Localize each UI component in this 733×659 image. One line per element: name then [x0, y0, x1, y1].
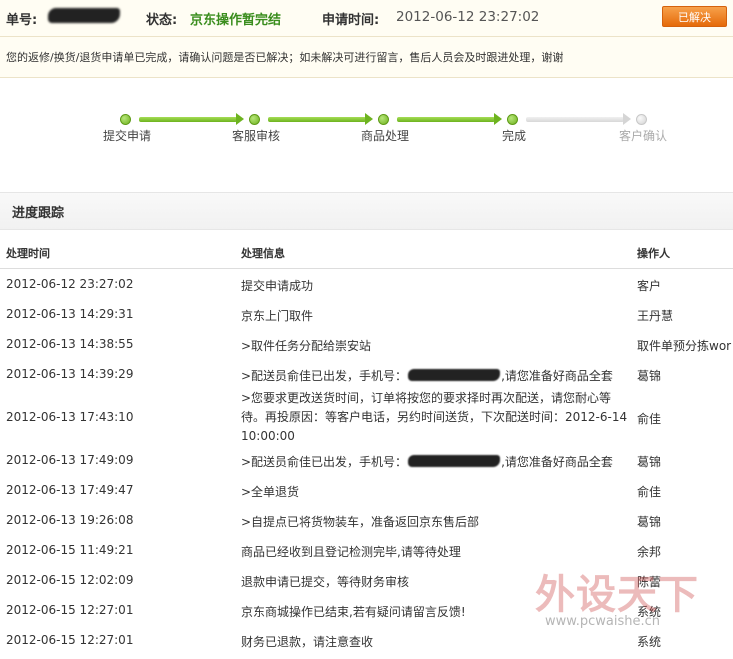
row-info-prefix: >配送员俞佳已出发，手机号：	[241, 369, 408, 383]
table-row: 2012-06-13 17:43:10 >您要求更改送货时间，订单将按您的要求择…	[0, 389, 733, 447]
apply-time-label: 申请时间:	[322, 13, 380, 28]
row-info: 京东商城操作已结束,若有疑问请留言反馈!	[241, 605, 466, 619]
row-operator: 系统	[637, 635, 662, 649]
column-header-time: 处理时间	[6, 247, 50, 260]
row-info: >您要求更改送货时间，订单将按您的要求择时再次配送，请您耐心等待。再投原因：等客…	[241, 391, 628, 443]
step-dot-submit	[120, 114, 131, 125]
row-info: >取件任务分配给崇安站	[241, 339, 372, 353]
progress-steps: 提交申请 客服审核 商品处理 完成 客户确认	[0, 110, 733, 150]
step-label-review: 客服审核	[232, 129, 281, 143]
row-info: >全单退货	[241, 485, 300, 499]
row-operator: 俞佳	[637, 412, 662, 426]
row-operator: 王丹慧	[637, 309, 674, 323]
row-info: 提交申请成功	[241, 279, 314, 293]
progress-section-header: 进度跟踪	[0, 192, 733, 230]
row-time: 2012-06-13 17:49:09	[6, 453, 134, 467]
notice-text: 您的返修/换货/退货申请单已完成，请确认问题是否已解决；如未解决可进行留言，售后…	[6, 51, 564, 64]
step-arrow	[268, 113, 373, 125]
row-operator: 客户	[637, 279, 662, 293]
row-info-suffix: ,请您准备好商品全套	[501, 369, 613, 383]
order-number-label: 单号:	[6, 13, 38, 28]
order-number-redacted	[48, 8, 120, 23]
column-header-info: 处理信息	[241, 247, 285, 260]
row-time: 2012-06-13 17:43:10	[6, 410, 134, 424]
row-info: 京东上门取件	[241, 309, 314, 323]
row-operator: 余邦	[637, 545, 662, 559]
step-label-complete: 完成	[502, 129, 527, 143]
row-time: 2012-06-15 11:49:21	[6, 543, 134, 557]
row-operator: 系统	[637, 605, 662, 619]
row-time: 2012-06-13 14:38:55	[6, 337, 134, 351]
row-time: 2012-06-13 19:26:08	[6, 513, 134, 527]
row-operator: 葛锦	[637, 455, 662, 469]
row-operator: 取件单预分拣wor	[637, 339, 732, 353]
row-operator: 葛锦	[637, 369, 662, 383]
row-time: 2012-06-13 14:29:31	[6, 307, 134, 321]
row-time: 2012-06-15 12:02:09	[6, 573, 134, 587]
row-time: 2012-06-13 14:39:29	[6, 367, 134, 381]
phone-redacted	[408, 369, 501, 381]
row-operator: 陈蕾	[637, 575, 662, 589]
status-value: 京东操作暂完结	[190, 13, 282, 28]
row-info: >配送员俞佳已出发，手机号： ,请您准备好商品全套	[241, 453, 633, 472]
row-operator: 葛锦	[637, 515, 662, 529]
phone-redacted	[408, 455, 501, 467]
row-time: 2012-06-12 23:27:02	[6, 277, 134, 291]
row-info: 退款申请已提交，等待财务审核	[241, 575, 410, 589]
resolved-button[interactable]: 已解决	[662, 6, 727, 27]
row-info: 商品已经收到且登记检测完毕,请等待处理	[241, 545, 461, 559]
section-title: 进度跟踪	[12, 206, 65, 221]
completion-notice: 您的返修/换货/退货申请单已完成，请确认问题是否已解决；如未解决可进行留言，售后…	[0, 37, 733, 78]
row-time: 2012-06-13 17:49:47	[6, 483, 134, 497]
table-header: 处理时间 处理信息 操作人	[0, 236, 733, 269]
step-arrow	[139, 113, 244, 125]
row-info-suffix: ,请您准备好商品全套	[501, 455, 613, 469]
row-operator: 俞佳	[637, 485, 662, 499]
step-arrow-pending	[526, 113, 631, 125]
step-arrow	[397, 113, 502, 125]
step-dot-complete	[507, 114, 518, 125]
row-info: 财务已退款，请注意查收	[241, 635, 374, 649]
step-label-submit: 提交申请	[103, 129, 152, 143]
row-info-prefix: >配送员俞佳已出发，手机号：	[241, 455, 408, 469]
row-info: >配送员俞佳已出发，手机号： ,请您准备好商品全套	[241, 367, 633, 386]
step-label-confirm: 客户确认	[619, 129, 668, 143]
step-label-processing: 商品处理	[361, 129, 410, 143]
row-info: >自提点已将货物装车，准备返回京东售后部	[241, 515, 480, 529]
step-dot-confirm	[636, 114, 647, 125]
step-dot-review	[249, 114, 260, 125]
step-dot-processing	[378, 114, 389, 125]
row-time: 2012-06-15 12:27:01	[6, 603, 134, 617]
row-time: 2012-06-15 12:27:01	[6, 633, 134, 647]
order-header: 单号: 状态: 京东操作暂完结 申请时间: 2012-06-12 23:27:0…	[0, 0, 733, 37]
status-label: 状态:	[146, 13, 178, 28]
apply-time-value: 2012-06-12 23:27:02	[396, 9, 540, 25]
column-header-operator: 操作人	[637, 247, 670, 260]
